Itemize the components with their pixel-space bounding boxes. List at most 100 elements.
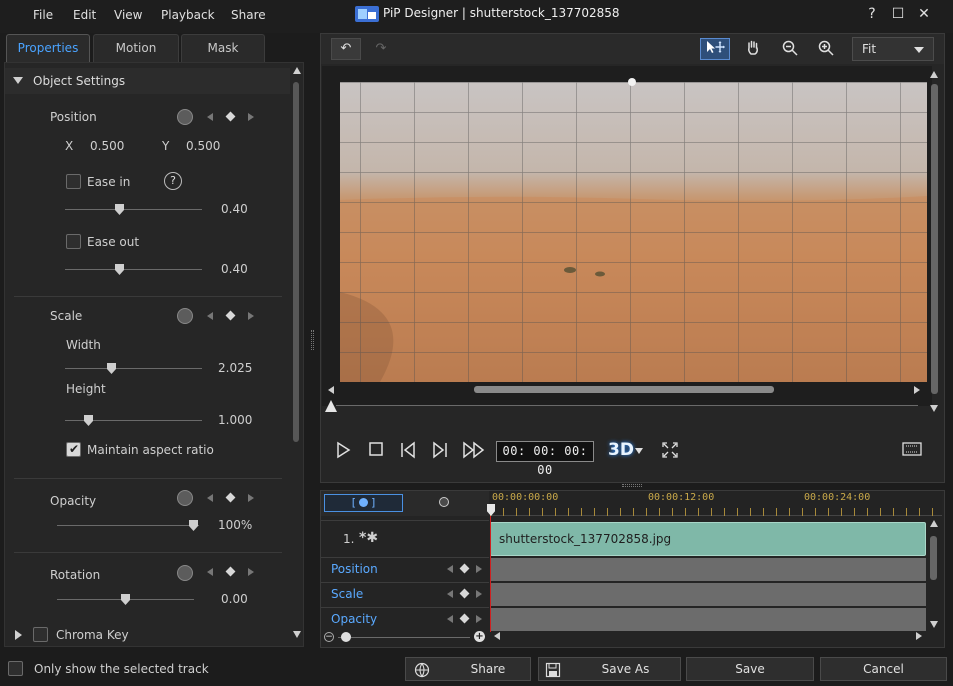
- next-keyframe-icon[interactable]: [248, 494, 254, 502]
- menu-share[interactable]: Share: [231, 8, 266, 22]
- aspect-ratio-button[interactable]: [901, 441, 923, 461]
- timecode-display[interactable]: 00: 00: 00: 00: [496, 441, 594, 477]
- move-tool-button[interactable]: [700, 38, 730, 60]
- scroll-left-icon[interactable]: [328, 386, 334, 394]
- redo-button[interactable]: ↷: [366, 38, 396, 60]
- expand-arrow-icon[interactable]: [15, 630, 22, 640]
- scale-keyframe-track[interactable]: [490, 583, 926, 606]
- left-panel-scroll-thumb[interactable]: [293, 82, 299, 442]
- prev-keyframe-icon[interactable]: [447, 565, 453, 573]
- timeline-zoom-out-icon[interactable]: −: [324, 632, 334, 642]
- canvas-h-scroll-thumb[interactable]: [474, 386, 774, 393]
- tab-motion[interactable]: Motion: [93, 34, 179, 62]
- scroll-down-icon[interactable]: [930, 405, 938, 412]
- next-frame-button[interactable]: [430, 441, 450, 461]
- prev-keyframe-icon[interactable]: [447, 615, 453, 623]
- 3d-mode-button[interactable]: 3D: [608, 440, 634, 460]
- menu-edit[interactable]: Edit: [73, 8, 96, 22]
- scroll-right-icon[interactable]: [916, 632, 922, 640]
- preview-canvas[interactable]: [340, 82, 927, 382]
- fast-forward-button[interactable]: [462, 441, 486, 461]
- next-keyframe-icon[interactable]: [248, 312, 254, 320]
- stopwatch-icon[interactable]: [177, 490, 193, 506]
- next-keyframe-icon[interactable]: [248, 568, 254, 576]
- scale-width-slider[interactable]: [65, 368, 202, 369]
- prev-keyframe-icon[interactable]: [207, 568, 213, 576]
- scroll-up-icon[interactable]: [930, 71, 938, 78]
- timeline-v-scroll-thumb[interactable]: [930, 536, 937, 580]
- menu-file[interactable]: File: [33, 8, 53, 22]
- preview-toolbar: [321, 34, 944, 64]
- clip-track[interactable]: shutterstock_137702858.jpg: [490, 522, 926, 556]
- save-as-button[interactable]: Save As: [538, 657, 681, 681]
- timeline-zoom-slider[interactable]: [338, 637, 470, 638]
- scroll-up-icon[interactable]: [930, 520, 938, 527]
- previous-frame-button[interactable]: [398, 441, 418, 461]
- zoom-in-button[interactable]: [811, 38, 841, 60]
- next-keyframe-icon[interactable]: [476, 590, 482, 598]
- stopwatch-icon[interactable]: [177, 565, 193, 581]
- undo-button[interactable]: ↶: [331, 38, 361, 60]
- next-keyframe-icon[interactable]: [248, 113, 254, 121]
- ease-in-checkbox[interactable]: [66, 174, 81, 189]
- collapse-arrow-icon[interactable]: [13, 77, 23, 84]
- chroma-key-checkbox[interactable]: [33, 627, 48, 642]
- scrubber-track[interactable]: [336, 405, 918, 406]
- next-keyframe-icon[interactable]: [476, 615, 482, 623]
- share-button[interactable]: Share: [405, 657, 531, 681]
- prev-keyframe-icon[interactable]: [207, 312, 213, 320]
- position-y-value[interactable]: 0.500: [186, 139, 220, 153]
- chevron-down-icon[interactable]: [635, 448, 643, 454]
- close-button[interactable]: ✕: [914, 6, 934, 26]
- rotation-value[interactable]: 0.00: [221, 592, 248, 606]
- maintain-aspect-checkbox[interactable]: [66, 442, 81, 457]
- zoom-select[interactable]: Fit: [852, 37, 934, 61]
- scale-height-label: Height: [66, 382, 106, 396]
- track-view-button[interactable]: []: [324, 494, 403, 512]
- opacity-slider[interactable]: [57, 525, 199, 526]
- scroll-right-icon[interactable]: [914, 386, 920, 394]
- position-keyframe-track[interactable]: [490, 558, 926, 581]
- tab-mask[interactable]: Mask: [181, 34, 265, 62]
- scale-width-value[interactable]: 2.025: [218, 361, 252, 375]
- zoom-out-button[interactable]: [775, 38, 805, 60]
- help-circle-icon[interactable]: ?: [164, 172, 182, 190]
- maximize-button[interactable]: ☐: [888, 6, 908, 26]
- stopwatch-icon[interactable]: [177, 109, 193, 125]
- tab-properties[interactable]: Properties: [6, 34, 90, 62]
- app-logo-icon: [355, 6, 379, 22]
- play-button[interactable]: [333, 441, 353, 461]
- ease-in-slider[interactable]: [65, 209, 202, 210]
- timeline-zoom-in-icon[interactable]: +: [474, 631, 485, 642]
- ease-out-checkbox[interactable]: [66, 234, 81, 249]
- help-button[interactable]: ?: [862, 6, 882, 26]
- canvas-v-scroll-thumb[interactable]: [931, 84, 938, 394]
- menu-playback[interactable]: Playback: [161, 8, 215, 22]
- next-keyframe-icon[interactable]: [476, 565, 482, 573]
- opacity-keyframe-track[interactable]: [490, 608, 926, 631]
- ease-out-slider[interactable]: [65, 269, 202, 270]
- fullscreen-button[interactable]: [660, 441, 680, 461]
- scroll-up-icon[interactable]: [293, 67, 301, 74]
- window-title: PiP Designer | shutterstock_137702858: [383, 6, 620, 20]
- prev-keyframe-icon[interactable]: [447, 590, 453, 598]
- scroll-down-icon[interactable]: [930, 621, 938, 628]
- scale-height-value[interactable]: 1.000: [218, 413, 252, 427]
- cancel-button[interactable]: Cancel: [820, 657, 947, 681]
- stop-button[interactable]: [366, 441, 386, 461]
- save-button[interactable]: Save: [686, 657, 814, 681]
- prev-keyframe-icon[interactable]: [207, 494, 213, 502]
- canvas-handle-icon[interactable]: [628, 78, 636, 86]
- horizontal-splitter[interactable]: [622, 484, 642, 487]
- only-selected-track-checkbox[interactable]: [8, 661, 23, 676]
- timeline-zoom-thumb[interactable]: [341, 632, 351, 642]
- position-x-value[interactable]: 0.500: [90, 139, 124, 153]
- stopwatch-icon[interactable]: [177, 308, 193, 324]
- vertical-splitter[interactable]: [311, 330, 314, 350]
- prev-keyframe-icon[interactable]: [207, 113, 213, 121]
- scroll-left-icon[interactable]: [494, 632, 500, 640]
- scroll-down-icon[interactable]: [293, 631, 301, 638]
- menu-view[interactable]: View: [114, 8, 142, 22]
- pan-tool-button[interactable]: [738, 38, 768, 60]
- keyframe-view-icon[interactable]: [439, 497, 449, 507]
